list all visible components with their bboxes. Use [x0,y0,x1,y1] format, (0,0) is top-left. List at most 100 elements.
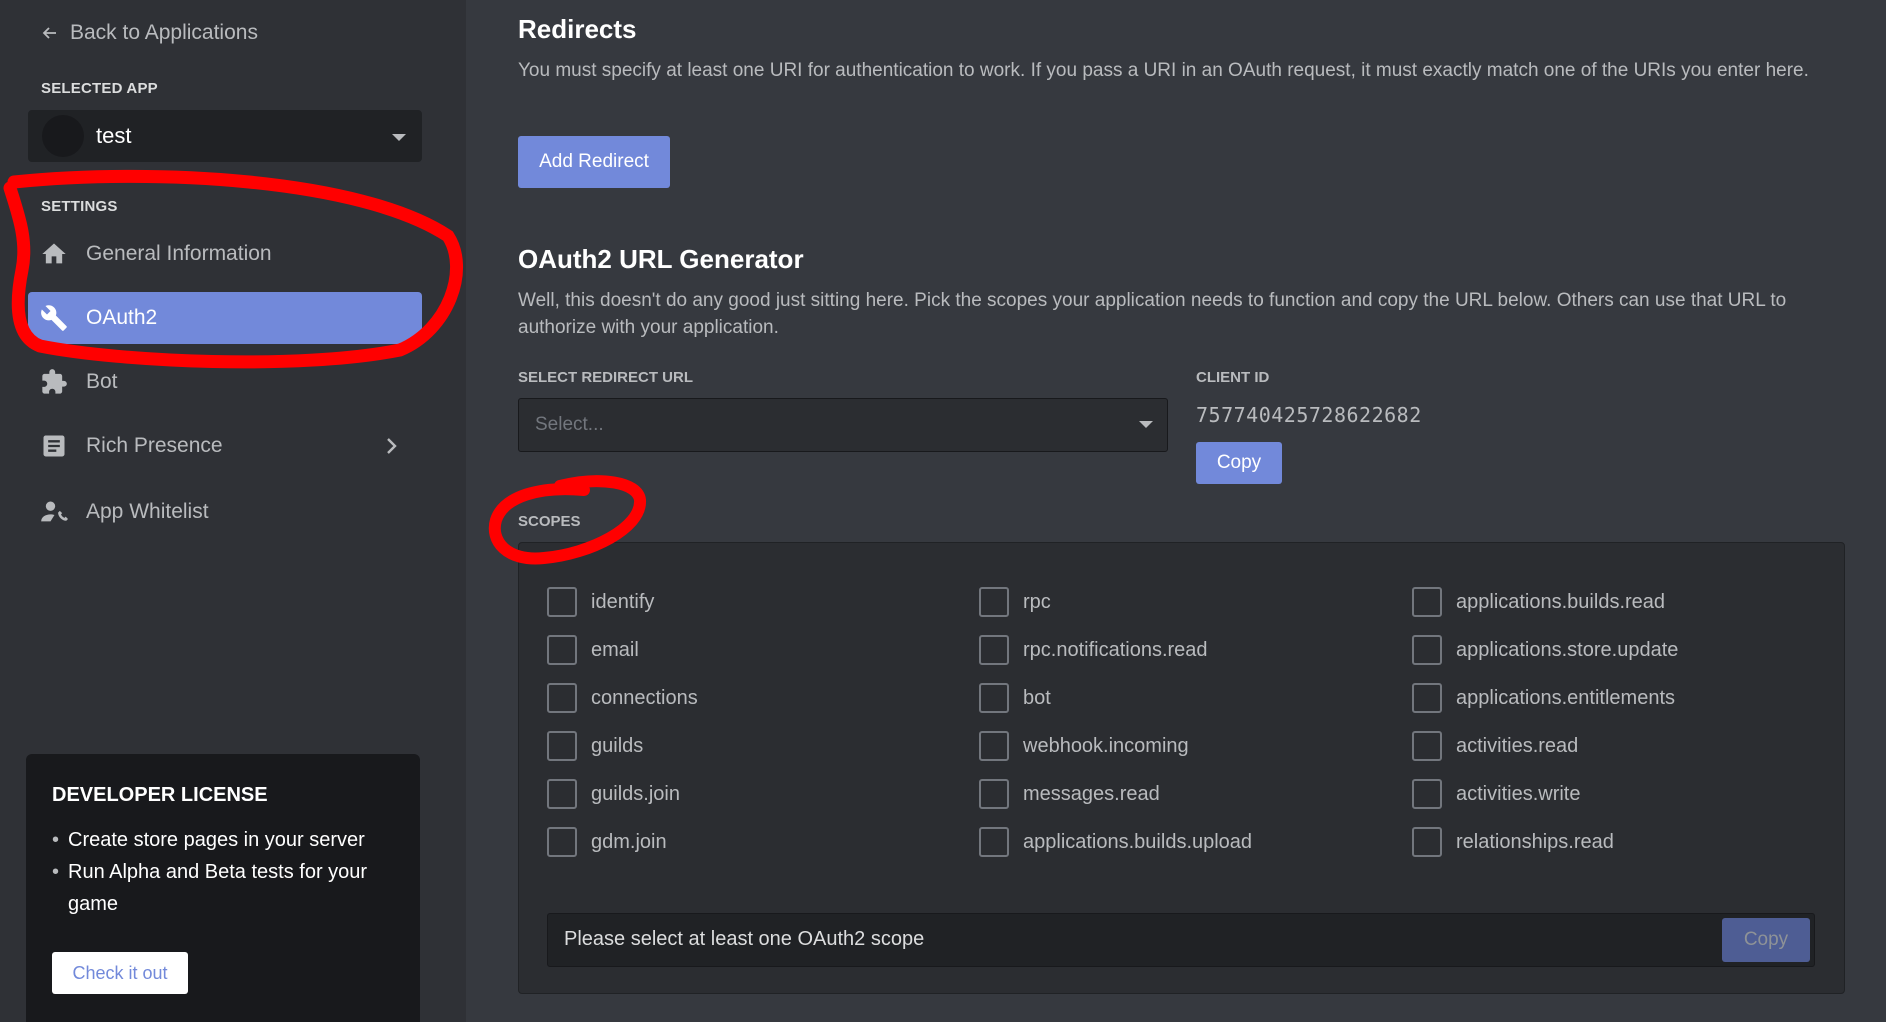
list-item: Create store pages in your server [52,824,392,856]
generator-description: Well, this doesn't do any good just sitt… [518,290,1787,338]
scope-label: messages.read [1023,782,1160,805]
client-id-value: 757740425728622682 [1196,403,1422,427]
scope-checkbox-relationships-read[interactable]: relationships.read [1412,827,1614,857]
sidebar-item-app-whitelist[interactable]: App Whitelist [28,486,422,538]
sidebar-item-label: Bot [86,370,118,393]
select-redirect-url-label: SELECT REDIRECT URL [518,369,694,386]
checkbox[interactable] [547,731,577,761]
app-avatar [42,115,84,157]
checkbox[interactable] [1412,731,1442,761]
scope-label: rpc [1023,590,1051,613]
sidebar-item-label: App Whitelist [86,500,209,523]
scope-checkbox-rpc[interactable]: rpc [979,587,1051,617]
redirect-select-placeholder: Select... [535,414,604,435]
redirect-url-select[interactable]: Select... [518,398,1168,452]
sidebar-item-rich-presence[interactable]: Rich Presence [28,420,422,472]
check-it-out-button[interactable]: Check it out [52,952,188,994]
scope-checkbox-email[interactable]: email [547,635,639,665]
client-id-label: CLIENT ID [1196,369,1270,386]
checkbox[interactable] [979,587,1009,617]
back-label: Back to Applications [70,21,258,44]
redirects-description: You must specify at least one URI for au… [518,60,1809,81]
checkbox[interactable] [1412,779,1442,809]
list-item: Run Alpha and Beta tests for your game [52,856,392,920]
scopes-panel: identify email connections guilds guilds… [518,542,1845,994]
scope-label: applications.builds.upload [1023,830,1253,853]
checkbox[interactable] [979,827,1009,857]
checkbox[interactable] [1412,683,1442,713]
sidebar-item-general-information[interactable]: General Information [28,228,422,280]
app-select[interactable]: test [28,110,422,162]
scope-label: applications.store.update [1456,638,1679,661]
back-to-applications-link[interactable]: Back to Applications [40,18,258,48]
scope-label: guilds.join [591,782,680,805]
checkbox[interactable] [1412,827,1442,857]
scope-label: applications.builds.read [1456,590,1666,613]
scope-label: guilds [591,734,644,757]
checkbox[interactable] [547,587,577,617]
user-phone-icon [40,498,68,526]
scope-label: webhook.incoming [1023,734,1189,757]
checkbox[interactable] [547,683,577,713]
scope-label: activities.write [1456,782,1581,805]
scope-checkbox-guilds[interactable]: guilds [547,731,643,761]
sidebar-item-label: Rich Presence [86,434,223,457]
developer-license-list: Create store pages in your server Run Al… [52,824,392,920]
scope-label: identify [591,590,655,613]
scope-checkbox-guilds-join[interactable]: guilds.join [547,779,680,809]
checkbox[interactable] [979,779,1009,809]
puzzle-icon [40,368,68,396]
scope-label: email [591,638,639,661]
developer-license-title: DEVELOPER LICENSE [52,784,268,806]
scope-checkbox-identify[interactable]: identify [547,587,654,617]
scope-checkbox-webhook-incoming[interactable]: webhook.incoming [979,731,1189,761]
checkbox[interactable] [547,779,577,809]
sidebar-item-bot[interactable]: Bot [28,356,422,408]
sidebar-item-label: General Information [86,242,272,265]
sidebar: Back to Applications SELECTED APP test S… [0,0,466,1022]
scope-label: bot [1023,686,1051,709]
developer-license-card: DEVELOPER LICENSE Create store pages in … [26,754,420,1022]
scope-label: relationships.read [1456,830,1614,853]
scope-label: rpc.notifications.read [1023,638,1208,661]
generated-url-field[interactable]: Please select at least one OAuth2 scope … [547,913,1815,967]
scope-checkbox-messages-read[interactable]: messages.read [979,779,1160,809]
scope-checkbox-bot[interactable]: bot [979,683,1051,713]
scope-label: gdm.join [591,830,667,853]
scope-checkbox-rpc-notifications-read[interactable]: rpc.notifications.read [979,635,1208,665]
scope-checkbox-activities-write[interactable]: activities.write [1412,779,1580,809]
oauth2-url-generator-title: OAuth2 URL Generator [518,244,804,274]
chevron-down-icon [392,134,406,141]
copy-url-button[interactable]: Copy [1722,918,1810,962]
checkbox[interactable] [547,827,577,857]
selected-app-label: SELECTED APP [41,80,158,97]
checkbox[interactable] [547,635,577,665]
checkbox[interactable] [979,683,1009,713]
scope-checkbox-activities-read[interactable]: activities.read [1412,731,1578,761]
scope-label: activities.read [1456,734,1579,757]
copy-client-id-button[interactable]: Copy [1196,442,1282,484]
sidebar-item-label: OAuth2 [86,306,158,329]
checkbox[interactable] [1412,635,1442,665]
sidebar-item-oauth2[interactable]: OAuth2 [28,292,422,344]
chevron-down-icon [1139,421,1153,428]
checkbox[interactable] [979,731,1009,761]
checkbox[interactable] [1412,587,1442,617]
redirects-title: Redirects [518,14,637,44]
checkbox[interactable] [979,635,1009,665]
scope-label: applications.entitlements [1456,686,1676,709]
scope-checkbox-connections[interactable]: connections [547,683,698,713]
document-icon [40,432,68,460]
add-redirect-button[interactable]: Add Redirect [518,136,670,188]
scope-checkbox-applications-store-update[interactable]: applications.store.update [1412,635,1678,665]
scope-checkbox-applications-builds-upload[interactable]: applications.builds.upload [979,827,1252,857]
scope-checkbox-applications-builds-read[interactable]: applications.builds.read [1412,587,1665,617]
arrow-left-icon [42,27,56,39]
home-icon [40,240,68,268]
scope-label: connections [591,686,698,709]
chevron-right-icon [387,438,397,454]
scope-checkbox-gdm-join[interactable]: gdm.join [547,827,667,857]
wrench-icon [40,304,68,332]
scope-checkbox-applications-entitlements[interactable]: applications.entitlements [1412,683,1675,713]
generated-url-text: Please select at least one OAuth2 scope [564,928,925,950]
